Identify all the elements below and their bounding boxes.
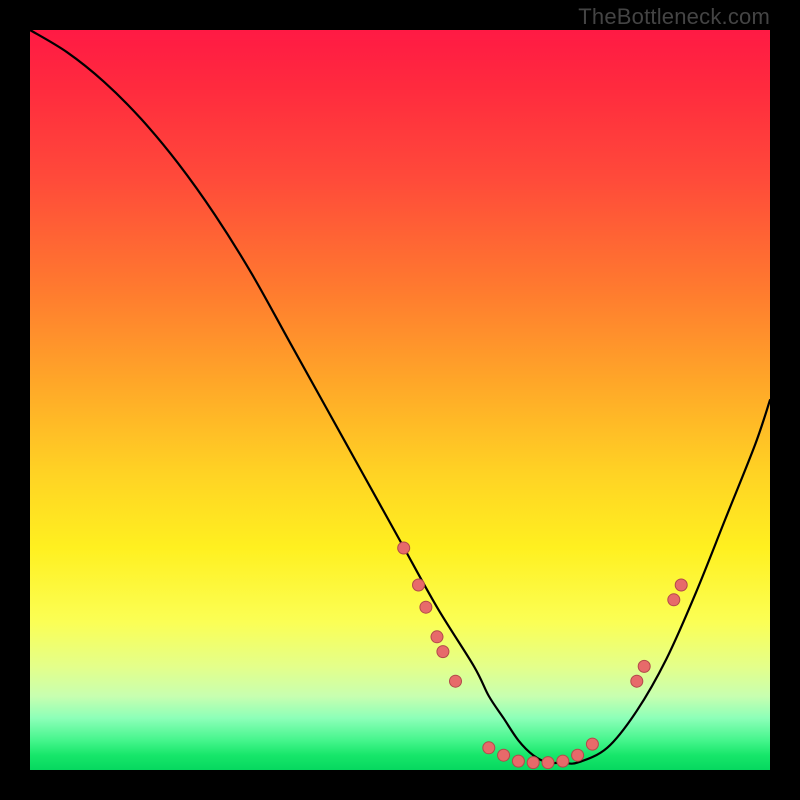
bottleneck-curve xyxy=(30,30,770,764)
data-marker xyxy=(437,646,449,658)
data-marker xyxy=(398,542,410,554)
data-marker xyxy=(586,738,598,750)
data-marker xyxy=(668,594,680,606)
data-marker xyxy=(483,742,495,754)
data-markers xyxy=(398,542,688,769)
data-marker xyxy=(638,660,650,672)
data-marker xyxy=(631,675,643,687)
data-marker xyxy=(431,631,443,643)
data-marker xyxy=(498,749,510,761)
data-marker xyxy=(420,601,432,613)
data-marker xyxy=(557,755,569,767)
curve-layer xyxy=(30,30,770,770)
plot-area xyxy=(30,30,770,770)
watermark-text: TheBottleneck.com xyxy=(578,4,770,30)
data-marker xyxy=(413,579,425,591)
data-marker xyxy=(542,757,554,769)
data-marker xyxy=(675,579,687,591)
data-marker xyxy=(450,675,462,687)
data-marker xyxy=(527,757,539,769)
data-marker xyxy=(512,755,524,767)
data-marker xyxy=(572,749,584,761)
chart-frame: TheBottleneck.com xyxy=(0,0,800,800)
